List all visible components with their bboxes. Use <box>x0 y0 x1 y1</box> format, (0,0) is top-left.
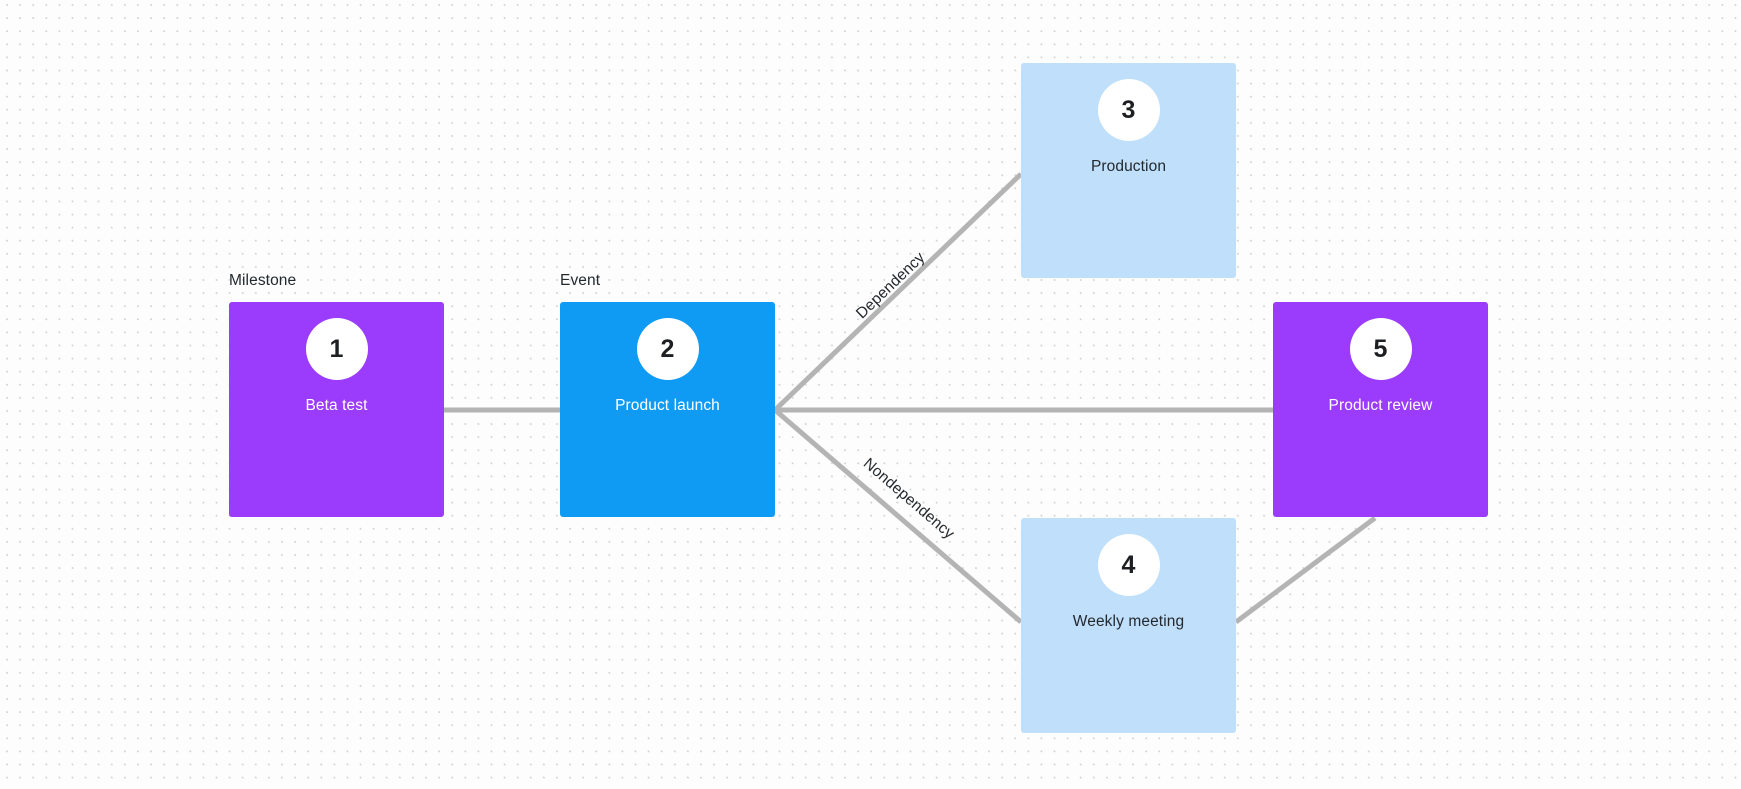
diagram-canvas[interactable]: Dependency Nondependency Milestone Event… <box>0 0 1741 789</box>
node-card-product-launch[interactable]: 2 Product launch <box>560 302 775 517</box>
node-card-production[interactable]: 3 Production <box>1021 63 1236 278</box>
node-card-weekly-meeting[interactable]: 4 Weekly meeting <box>1021 518 1236 733</box>
node-number-badge: 5 <box>1349 318 1412 380</box>
node-title: Product review <box>1328 397 1433 414</box>
group-caption-milestone: Milestone <box>229 272 297 289</box>
node-number-badge: 2 <box>636 318 699 380</box>
edge-product-launch-to-production[interactable] <box>773 172 1023 412</box>
node-title: Product launch <box>615 397 720 414</box>
node-card-product-review[interactable]: 5 Product review <box>1273 302 1488 517</box>
node-number-badge: 4 <box>1097 534 1160 596</box>
node-card-beta-test[interactable]: 1 Beta test <box>229 302 444 517</box>
node-number-badge: 1 <box>305 318 368 380</box>
edge-label-dependency: Dependency <box>853 249 929 323</box>
node-title: Production <box>1090 158 1167 175</box>
edge-product-launch-to-weekly-meeting[interactable] <box>773 408 1023 624</box>
node-number-badge: 3 <box>1097 79 1160 141</box>
edge-label-nondependency: Nondependency <box>859 455 958 543</box>
node-title: Weekly meeting <box>1072 613 1185 630</box>
group-caption-event: Event <box>560 272 601 289</box>
edge-weekly-meeting-to-product-review[interactable] <box>1234 515 1377 625</box>
node-title: Beta test <box>305 397 368 414</box>
